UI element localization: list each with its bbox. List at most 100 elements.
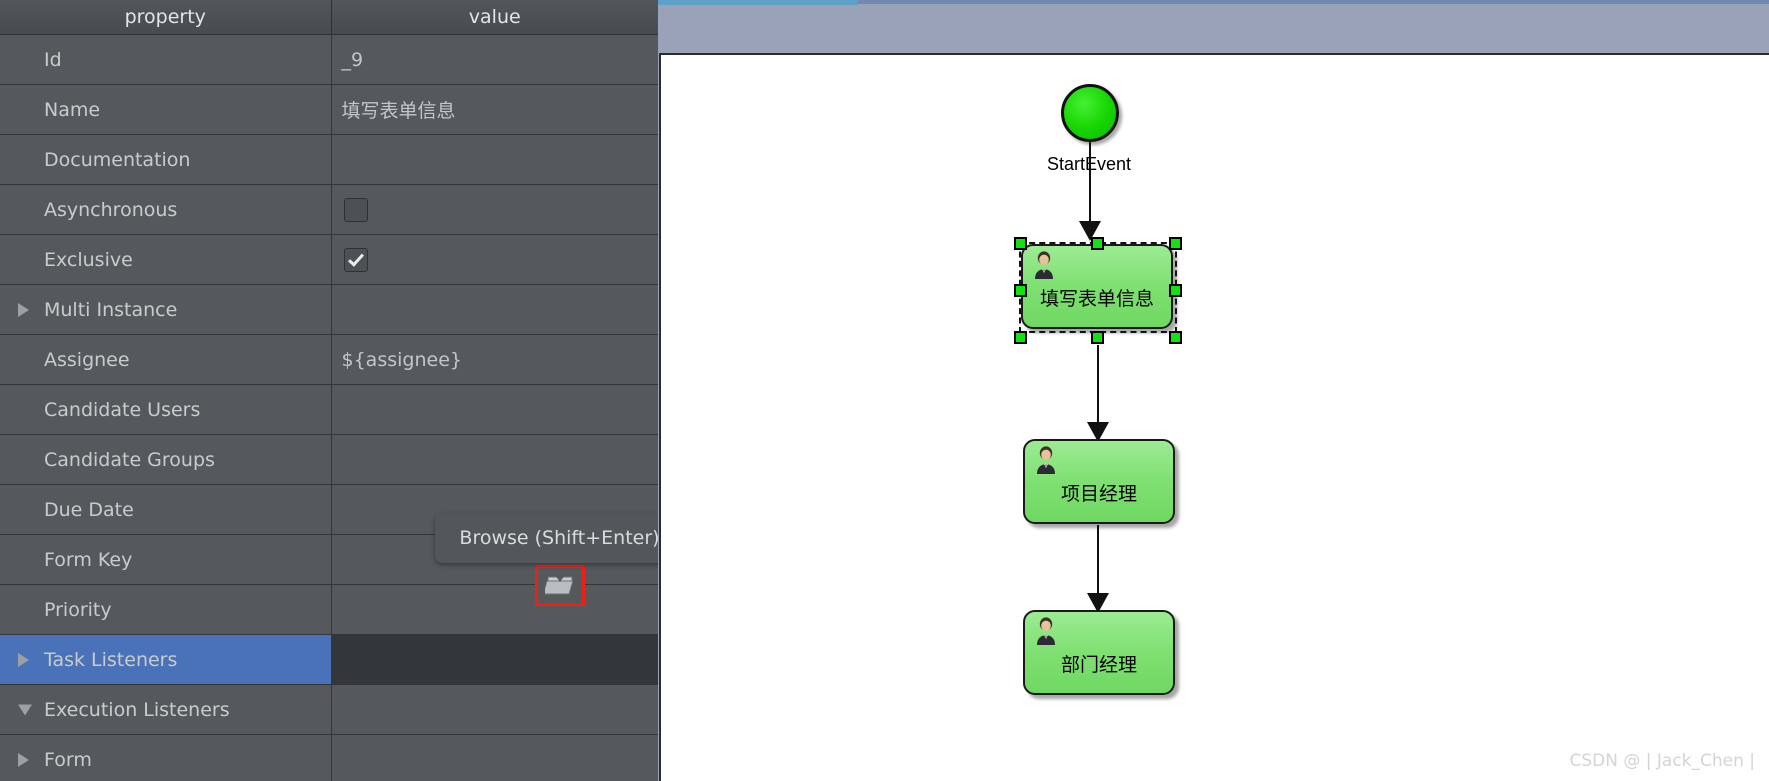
properties-panel: property value Id _9 Name 填写表单信息 Documentati… <box>0 0 658 781</box>
start-event-node[interactable] <box>1061 84 1119 142</box>
task-node-1[interactable]: 填写表单信息 <box>1021 244 1173 329</box>
chevron-right-icon[interactable] <box>18 652 29 667</box>
property-name-cell[interactable]: Candidate Users <box>0 384 332 435</box>
chevron-down-icon[interactable] <box>18 704 32 715</box>
property-label: Id <box>44 48 62 71</box>
property-label: Multi Instance <box>44 298 178 321</box>
property-label: Candidate Groups <box>44 448 215 471</box>
task-node-1-label: 填写表单信息 <box>1039 289 1154 310</box>
table-row[interactable]: Task Listeners <box>0 634 658 685</box>
table-row[interactable]: Exclusive <box>0 234 658 285</box>
property-value-cell[interactable] <box>331 284 658 335</box>
checkbox-unchecked[interactable] <box>343 197 368 222</box>
table-header-row: property value <box>0 0 658 35</box>
resize-handle-nw[interactable] <box>1014 237 1027 250</box>
table-row[interactable]: Candidate Users <box>0 384 658 435</box>
property-value-cell[interactable] <box>331 384 658 435</box>
property-value-cell[interactable] <box>331 434 658 485</box>
property-name-cell[interactable]: Due Date <box>0 484 332 535</box>
property-name-cell[interactable]: Multi Instance <box>0 284 332 335</box>
table-row[interactable]: Candidate Groups <box>0 434 658 485</box>
property-label: Form Key <box>44 548 133 571</box>
property-name-cell[interactable]: Execution Listeners <box>0 684 332 735</box>
table-row[interactable]: Execution Listeners <box>0 684 658 735</box>
diagram-sheet[interactable]: StartEvent 填写表单信息 <box>659 53 1769 781</box>
property-name-cell[interactable]: Name <box>0 84 332 135</box>
browse-tooltip: Browse (Shift+Enter) <box>435 513 658 563</box>
user-task-icon <box>1035 251 1053 279</box>
property-name-cell[interactable]: Id <box>0 34 332 85</box>
chevron-right-icon[interactable] <box>18 752 29 767</box>
property-name-cell[interactable]: Form Key <box>0 534 332 585</box>
property-label: Execution Listeners <box>44 698 230 721</box>
property-name-cell[interactable]: Exclusive <box>0 234 332 285</box>
property-value-cell[interactable] <box>331 634 658 685</box>
task-node-2-label: 项目经理 <box>1060 484 1137 505</box>
checkbox-checked[interactable] <box>343 247 368 272</box>
property-name-cell[interactable]: Assignee <box>0 334 332 385</box>
property-value-cell[interactable] <box>331 134 658 185</box>
properties-table: property value Id _9 Name 填写表单信息 Documentati… <box>0 0 658 781</box>
property-label: Exclusive <box>44 248 133 271</box>
resize-handle-s[interactable] <box>1091 331 1104 344</box>
property-value-cell[interactable] <box>331 184 658 235</box>
property-value-cell[interactable] <box>331 684 658 735</box>
property-label: Priority <box>44 598 112 621</box>
application-window: property value Id _9 Name 填写表单信息 Documentati… <box>0 0 1769 781</box>
property-value-cell[interactable]: _9 <box>331 34 658 85</box>
sequence-flow-3 <box>1097 525 1099 599</box>
table-row[interactable]: Form <box>0 734 658 781</box>
table-row[interactable]: Documentation <box>0 134 658 185</box>
task-node-3-label: 部门经理 <box>1060 655 1137 676</box>
property-label: Due Date <box>44 498 134 521</box>
property-label: Candidate Users <box>44 398 201 421</box>
column-header-value[interactable]: value <box>331 0 658 35</box>
property-name-cell[interactable]: Documentation <box>0 134 332 185</box>
property-label: Asynchronous <box>44 198 178 221</box>
property-value-cell[interactable] <box>331 584 658 635</box>
property-value-cell[interactable]: 填写表单信息 <box>331 84 658 135</box>
property-name-cell[interactable]: Candidate Groups <box>0 434 332 485</box>
property-label: Assignee <box>44 348 130 371</box>
resize-handle-w[interactable] <box>1014 284 1027 297</box>
watermark-text: CSDN @ | Jack_Chen | <box>1569 751 1755 771</box>
table-row[interactable]: Name 填写表单信息 <box>0 84 658 135</box>
task-node-2[interactable]: 项目经理 <box>1023 439 1175 524</box>
canvas-active-tab-strip <box>658 0 858 5</box>
column-header-property[interactable]: property <box>0 0 332 35</box>
property-label: Form <box>44 748 92 771</box>
property-value: 填写表单信息 <box>341 100 456 122</box>
property-value: ${assignee} <box>341 348 462 371</box>
property-label: Name <box>44 98 101 121</box>
property-name-cell[interactable]: Task Listeners <box>0 634 332 685</box>
resize-handle-se[interactable] <box>1169 331 1182 344</box>
user-task-icon <box>1037 446 1055 474</box>
property-name-cell[interactable]: Priority <box>0 584 332 635</box>
sequence-flow-1 <box>1089 142 1091 226</box>
browse-button[interactable] <box>535 565 585 606</box>
table-row[interactable]: Assignee ${assignee} <box>0 334 658 385</box>
property-value-cell[interactable] <box>331 734 658 781</box>
selected-task-wrapper[interactable]: 填写表单信息 <box>1014 237 1182 344</box>
properties-table-body: Id _9 Name 填写表单信息 Documentation Asynchronous E… <box>0 34 658 781</box>
resize-handle-e[interactable] <box>1169 284 1182 297</box>
property-value: _9 <box>341 48 364 71</box>
diagram-canvas-area[interactable]: StartEvent 填写表单信息 <box>658 0 1769 781</box>
table-row[interactable]: Id _9 <box>0 34 658 85</box>
chevron-right-icon[interactable] <box>18 302 29 317</box>
resize-handle-n[interactable] <box>1091 237 1104 250</box>
property-name-cell[interactable]: Form <box>0 734 332 781</box>
resize-handle-sw[interactable] <box>1014 331 1027 344</box>
sequence-flow-2 <box>1097 345 1099 427</box>
property-name-cell[interactable]: Asynchronous <box>0 184 332 235</box>
table-row[interactable]: Multi Instance <box>0 284 658 335</box>
user-task-icon <box>1037 617 1055 645</box>
table-row[interactable]: Asynchronous <box>0 184 658 235</box>
property-label: Task Listeners <box>44 648 178 671</box>
property-label: Documentation <box>44 148 191 171</box>
folder-open-icon <box>545 574 574 594</box>
resize-handle-ne[interactable] <box>1169 237 1182 250</box>
property-value-cell[interactable] <box>331 234 658 285</box>
property-value-cell[interactable]: ${assignee} <box>331 334 658 385</box>
task-node-3[interactable]: 部门经理 <box>1023 610 1175 695</box>
